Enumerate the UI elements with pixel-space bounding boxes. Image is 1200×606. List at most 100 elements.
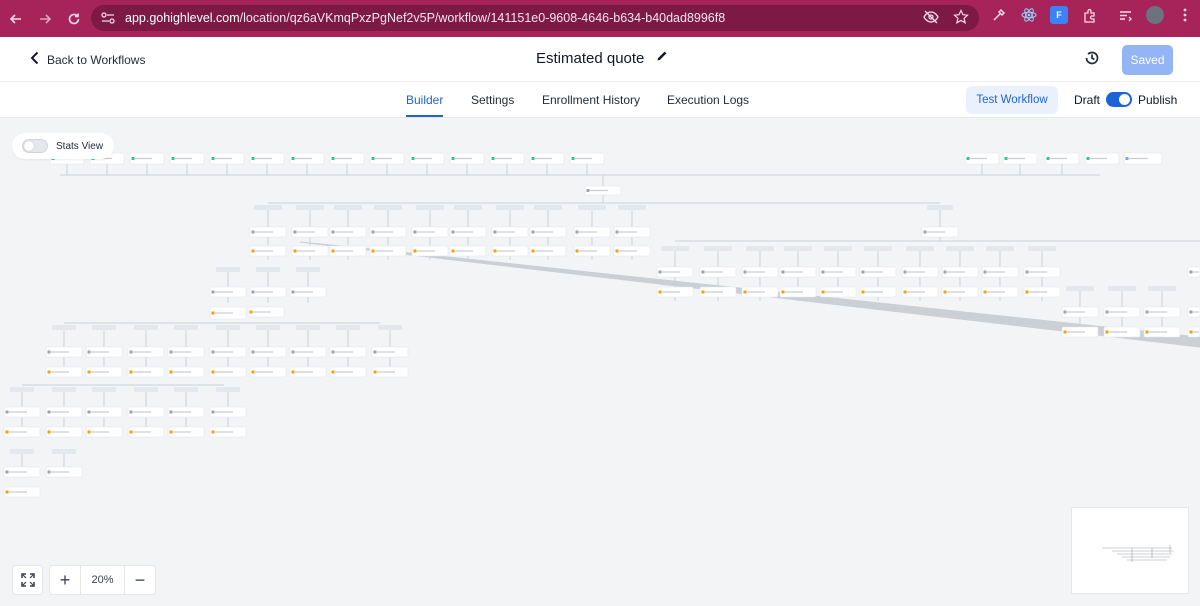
eyedropper-extension-icon[interactable]: [990, 6, 1008, 24]
branch-label: [92, 325, 116, 330]
node-label-line: [253, 311, 271, 313]
node-type-marker: [1086, 157, 1090, 160]
branch-label: [254, 205, 282, 210]
test-workflow-button[interactable]: Test Workflow: [966, 86, 1058, 114]
node-label-line: [662, 271, 680, 273]
node-type-marker: [943, 270, 947, 274]
stats-switch[interactable]: [22, 139, 48, 153]
node-type-marker: [491, 157, 495, 160]
saved-button[interactable]: Saved: [1122, 45, 1173, 75]
minimap-graph: [1102, 545, 1174, 562]
address-bar[interactable]: app.gohighlevel.com/location/qz6aVKmqPxz…: [91, 5, 979, 31]
node-type-marker: [251, 370, 255, 374]
branch-label: [618, 205, 646, 210]
zoom-out-button[interactable]: −: [125, 566, 155, 594]
node-type-marker: [743, 290, 747, 294]
node-type-marker: [493, 249, 497, 253]
node-label-line: [1193, 271, 1199, 273]
forward-arrow-icon[interactable]: [32, 6, 58, 32]
branch-label: [92, 387, 116, 392]
node-type-marker: [903, 290, 907, 294]
node-label-line: [417, 231, 435, 233]
node-type-marker: [966, 157, 970, 160]
node-label-line: [215, 371, 233, 373]
node-type-marker: [331, 370, 335, 374]
node-label-line: [91, 351, 109, 353]
branch-label: [296, 325, 320, 330]
tab-enrollment-history[interactable]: Enrollment History: [542, 93, 640, 107]
node-label-line: [417, 250, 435, 252]
site-settings-icon[interactable]: [101, 12, 115, 24]
branch-label: [704, 246, 732, 251]
eye-off-icon[interactable]: [923, 9, 939, 30]
tab-search-icon[interactable]: [1116, 6, 1134, 24]
workflow-canvas[interactable]: Stats View + 20% −: [0, 119, 1200, 606]
node-type-marker: [251, 249, 255, 253]
node-label-line: [51, 471, 69, 473]
tab-builder[interactable]: Builder: [406, 93, 443, 107]
node-type-marker: [575, 249, 579, 253]
browser-menu-icon[interactable]: [1176, 6, 1194, 24]
branch-label: [1066, 286, 1094, 291]
node-label-line: [377, 371, 395, 373]
node-label-line: [455, 157, 472, 160]
node-label-line: [375, 231, 393, 233]
version-history-icon[interactable]: [1083, 49, 1105, 71]
tab-settings[interactable]: Settings: [471, 93, 514, 107]
node-type-marker: [411, 157, 415, 160]
node-type-marker: [331, 249, 335, 253]
zoom-in-button[interactable]: +: [50, 566, 80, 594]
node-label-line: [335, 231, 353, 233]
node-label-line: [1090, 157, 1107, 160]
back-to-workflows-link[interactable]: Back to Workflows: [30, 51, 145, 68]
node-label-line: [9, 471, 27, 473]
canvas-minimap[interactable]: [1071, 507, 1189, 594]
node-label-line: [255, 157, 272, 160]
node-label-line: [1149, 311, 1167, 313]
node-type-marker: [903, 270, 907, 274]
fit-to-screen-icon[interactable]: [12, 565, 43, 595]
node-type-marker: [781, 270, 785, 274]
tab-execution-logs[interactable]: Execution Logs: [667, 93, 749, 107]
bookmark-star-icon[interactable]: [953, 9, 969, 30]
node-type-marker: [251, 157, 255, 160]
node-label-line: [133, 431, 151, 433]
node-type-marker: [251, 290, 255, 294]
node-label-line: [1029, 271, 1047, 273]
branch-label: [661, 246, 689, 251]
react-extension-icon[interactable]: [1020, 6, 1038, 24]
publish-toggle[interactable]: [1106, 92, 1132, 107]
node-label-line: [133, 371, 151, 373]
url-text: app.gohighlevel.com/location/qz6aVKmqPxz…: [125, 11, 726, 25]
node-label-line: [215, 431, 233, 433]
node-type-marker: [1025, 270, 1029, 274]
extensions-puzzle-icon[interactable]: [1080, 6, 1098, 24]
node-label-line: [255, 291, 273, 293]
node-label-line: [1067, 311, 1085, 313]
node-label-line: [825, 291, 843, 293]
node-label-line: [9, 431, 27, 433]
node-label-line: [1050, 157, 1067, 160]
reload-icon[interactable]: [61, 6, 87, 32]
node-label-line: [1029, 291, 1047, 293]
node-label-line: [579, 250, 597, 252]
browser-toolbar: app.gohighlevel.com/location/qz6aVKmqPxz…: [0, 0, 1200, 37]
fi-extension-icon[interactable]: F: [1050, 6, 1068, 24]
node-label-line: [215, 351, 233, 353]
node-type-marker: [169, 370, 173, 374]
node-type-marker: [211, 290, 215, 294]
profile-avatar[interactable]: [1146, 6, 1164, 24]
node-type-marker: [331, 157, 335, 160]
stats-view-toggle[interactable]: Stats View: [12, 133, 114, 159]
node-label-line: [970, 157, 987, 160]
node-label-line: [9, 491, 27, 493]
node-label-line: [173, 371, 191, 373]
node-label-line: [135, 157, 152, 160]
node-type-marker: [293, 249, 297, 253]
node-type-marker: [1189, 310, 1193, 314]
back-arrow-icon[interactable]: [3, 6, 29, 32]
node-type-marker: [211, 410, 215, 414]
edit-pencil-icon[interactable]: [656, 49, 668, 67]
draft-label: Draft: [1074, 93, 1101, 107]
branch-label: [578, 205, 606, 210]
